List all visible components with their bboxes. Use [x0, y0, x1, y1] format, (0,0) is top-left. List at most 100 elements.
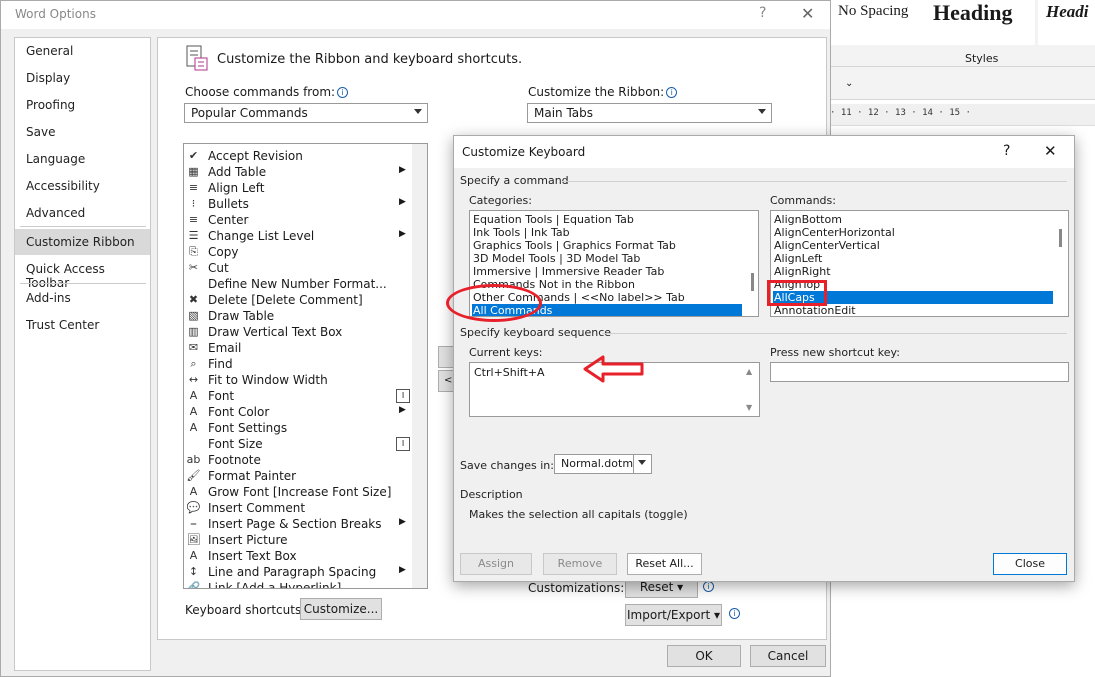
- command-item[interactable]: ↕ Line and Paragraph Spacing ▶: [184, 564, 412, 580]
- scroll-up-icon[interactable]: ▲: [746, 367, 752, 376]
- info-icon[interactable]: i: [337, 87, 349, 98]
- customize-ribbon-dropdown[interactable]: Main Tabs: [527, 103, 772, 123]
- choose-commands-value: Popular Commands: [191, 106, 308, 120]
- keyboard-command-item[interactable]: AlignCenterVertical: [773, 239, 880, 252]
- style-heading2[interactable]: Headi: [1038, 0, 1095, 45]
- command-item[interactable]: ↔ Fit to Window Width: [184, 372, 412, 388]
- category-item[interactable]: Graphics Tools | Graphics Format Tab: [472, 239, 676, 252]
- info-icon[interactable]: i: [703, 581, 714, 592]
- nav-item-accessibility[interactable]: Accessibility: [15, 173, 150, 199]
- ok-button[interactable]: OK: [667, 645, 741, 667]
- assign-button[interactable]: Assign: [460, 553, 532, 575]
- style-heading[interactable]: Heading: [925, 0, 1035, 45]
- command-item[interactable]: 🔗 Link [Add a Hyperlink]: [184, 580, 412, 589]
- command-item[interactable]: ✖ Delete [Delete Comment]: [184, 292, 412, 308]
- close-button[interactable]: ✕: [801, 4, 814, 23]
- command-item[interactable]: A Font Color ▶: [184, 404, 412, 420]
- nav-divider: [20, 226, 146, 227]
- keyboard-command-item[interactable]: AlignBottom: [773, 213, 842, 226]
- remove-button[interactable]: Remove: [543, 553, 617, 575]
- title-bar: Word Options ? ✕: [1, 1, 830, 29]
- command-item[interactable]: A Grow Font [Increase Font Size]: [184, 484, 412, 500]
- choose-commands-label: Choose commands from: i: [185, 85, 349, 99]
- command-icon: ✖: [188, 293, 199, 306]
- info-icon[interactable]: i: [729, 608, 740, 619]
- command-label: Fit to Window Width: [208, 373, 328, 387]
- help-button[interactable]: ?: [1003, 143, 1010, 159]
- command-item[interactable]: ☰ Change List Level ▶: [184, 228, 412, 244]
- import-export-button[interactable]: Import/Export ▾: [625, 604, 722, 626]
- remove-button-partial[interactable]: <: [438, 370, 454, 392]
- nav-item-trust-center[interactable]: Trust Center: [15, 312, 150, 338]
- keyboard-command-item[interactable]: AlignRight: [773, 265, 831, 278]
- command-item[interactable]: 🖼 Insert Picture: [184, 532, 412, 548]
- category-item[interactable]: 3D Model Tools | 3D Model Tab: [472, 252, 640, 265]
- command-icon: ⎘: [189, 245, 198, 258]
- command-item[interactable]: ≡ Center: [184, 212, 412, 228]
- command-item[interactable]: 🖌 Format Painter: [184, 468, 412, 484]
- help-button[interactable]: ?: [759, 5, 766, 21]
- styles-expand-icon[interactable]: ⌄: [845, 78, 853, 89]
- scrollbar-thumb[interactable]: [751, 273, 754, 291]
- nav-item-quick-access-toolbar[interactable]: Quick Access Toolbar: [15, 256, 150, 290]
- customize-keyboard-button[interactable]: Customize...: [300, 598, 382, 620]
- close-dialog-button[interactable]: Close: [993, 553, 1067, 575]
- customize-ribbon-label-text: Customize the Ribbon:: [528, 85, 665, 99]
- add-button-partial[interactable]: [438, 346, 454, 368]
- nav-item-proofing[interactable]: Proofing: [15, 92, 150, 118]
- scroll-down-icon[interactable]: ▼: [746, 403, 752, 412]
- command-item[interactable]: Font Size I: [184, 436, 412, 452]
- command-item[interactable]: Define New Number Format...: [184, 276, 412, 292]
- keyboard-command-item[interactable]: AlignCenterHorizontal: [773, 226, 895, 239]
- command-item[interactable]: ⎘ Copy: [184, 244, 412, 260]
- commands-list[interactable]: ✔ Accept Revision ▦ Add Table ▶ ≡ Align Left ⁝ B…: [183, 143, 428, 589]
- command-icon: ✉: [188, 341, 199, 354]
- command-icon: 🔗: [186, 581, 201, 589]
- nav-item-display[interactable]: Display: [15, 65, 150, 91]
- nav-item-advanced[interactable]: Advanced: [15, 200, 150, 226]
- commands-scrollbar[interactable]: [1056, 211, 1066, 316]
- category-item[interactable]: Immersive | Immersive Reader Tab: [472, 265, 664, 278]
- group-divider: [562, 181, 1067, 182]
- nav-item-language[interactable]: Language: [15, 146, 150, 172]
- command-icon: ab: [186, 453, 201, 466]
- command-item[interactable]: ab Footnote: [184, 452, 412, 468]
- categories-label: Categories:: [469, 194, 532, 207]
- command-item[interactable]: A Insert Text Box: [184, 548, 412, 564]
- command-item[interactable]: 💬 Insert Comment: [184, 500, 412, 516]
- categories-scrollbar[interactable]: [748, 211, 758, 316]
- category-item[interactable]: Ink Tools | Ink Tab: [472, 226, 570, 239]
- command-item[interactable]: ✔ Accept Revision: [184, 148, 412, 164]
- scrollbar-thumb[interactable]: [1059, 229, 1062, 247]
- new-shortcut-input[interactable]: [770, 362, 1069, 382]
- command-item[interactable]: ⌕ Find: [184, 356, 412, 372]
- keyboard-command-item[interactable]: AlignLeft: [773, 252, 822, 265]
- command-label: Copy: [208, 245, 239, 259]
- nav-item-customize-ribbon[interactable]: Customize Ribbon: [15, 229, 150, 255]
- command-label: Font Color: [208, 405, 270, 419]
- command-item[interactable]: ⎯ Insert Page & Section Breaks ▶: [184, 516, 412, 532]
- command-item[interactable]: ▥ Draw Vertical Text Box: [184, 324, 412, 340]
- close-button[interactable]: ✕: [1044, 142, 1057, 160]
- nav-item-save[interactable]: Save: [15, 119, 150, 145]
- choose-commands-dropdown[interactable]: Popular Commands: [184, 103, 428, 123]
- nav-item-add-ins[interactable]: Add-ins: [15, 285, 150, 311]
- info-icon[interactable]: i: [666, 87, 678, 98]
- command-item[interactable]: ✉ Email: [184, 340, 412, 356]
- commands-scrollbar[interactable]: [412, 144, 427, 588]
- command-item[interactable]: ⁝ Bullets ▶: [184, 196, 412, 212]
- command-item[interactable]: ▦ Add Table ▶: [184, 164, 412, 180]
- command-item[interactable]: A Font Settings: [184, 420, 412, 436]
- command-item[interactable]: A Font I: [184, 388, 412, 404]
- style-no-spacing[interactable]: No Spacing: [830, 0, 925, 45]
- save-changes-dropdown[interactable]: Normal.dotm: [554, 454, 652, 474]
- category-item[interactable]: Equation Tools | Equation Tab: [472, 213, 634, 226]
- command-icon: ≡: [188, 181, 199, 194]
- cancel-button[interactable]: Cancel: [750, 645, 826, 667]
- current-key-item[interactable]: Ctrl+Shift+A: [473, 366, 545, 379]
- command-item[interactable]: ≡ Align Left: [184, 180, 412, 196]
- command-item[interactable]: ▧ Draw Table: [184, 308, 412, 324]
- nav-item-general[interactable]: General: [15, 38, 150, 64]
- command-item[interactable]: ✂ Cut: [184, 260, 412, 276]
- reset-all-button[interactable]: Reset All...: [627, 553, 702, 575]
